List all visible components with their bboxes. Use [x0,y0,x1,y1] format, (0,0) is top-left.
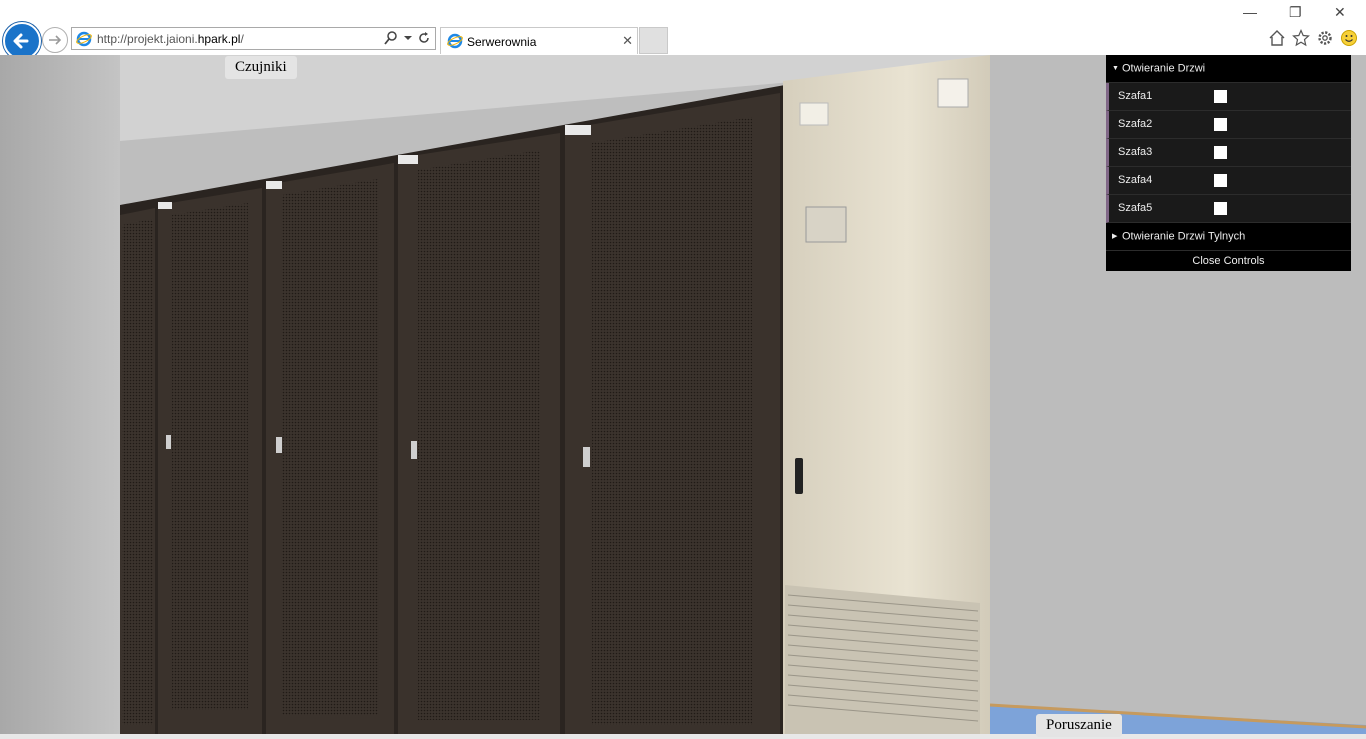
cabinet-row[interactable]: Szafa4 [1106,167,1351,195]
search-icon[interactable] [384,30,398,46]
cabinet-label: Szafa2 [1118,118,1153,130]
tab-serwerownia[interactable]: Serwerownia ✕ [440,27,638,54]
scene-bottom-bar [0,734,1366,739]
browser-chrome: http://projekt.jaioni.hpark.pl/ Serwerow… [0,0,1366,60]
back-arrow-icon [13,33,29,49]
folder-door-opening[interactable]: ▼ Otwieranie Drzwi [1106,55,1351,83]
cabinet-label: Szafa4 [1118,174,1153,186]
dropdown-icon[interactable] [403,30,413,46]
cabinet-checkbox[interactable] [1214,146,1227,159]
cabinet-checkbox[interactable] [1214,202,1227,215]
move-button[interactable]: Poruszanie [1036,714,1122,737]
address-tools [384,30,431,51]
forward-button[interactable] [42,27,68,53]
close-controls-button[interactable]: Close Controls [1106,251,1351,271]
cabinet-row[interactable]: Szafa3 [1106,139,1351,167]
smiley-feedback-icon[interactable] [1340,29,1358,47]
minimize-icon[interactable]: — [1243,4,1257,20]
cabinet-row[interactable]: Szafa1 [1106,83,1351,111]
refresh-icon[interactable] [417,30,431,46]
cabinet-checkbox[interactable] [1214,118,1227,131]
folder-closed-arrow-icon: ▶ [1112,233,1118,240]
folder-title: Otwieranie Drzwi [1122,62,1206,75]
new-tab-button[interactable] [639,27,668,54]
tab-title: Serwerownia [467,35,537,49]
cabinet-label: Szafa5 [1118,202,1153,214]
cabinet-row[interactable]: Szafa5 [1106,195,1351,223]
ie-logo-icon [76,31,92,47]
ie-logo-icon [447,33,463,49]
tab-close-icon[interactable]: ✕ [622,33,633,49]
window-close-icon[interactable]: ✕ [1334,4,1346,21]
cabinet-label: Szafa3 [1118,146,1153,158]
cabinet-row[interactable]: Szafa2 [1106,111,1351,139]
address-bar[interactable]: http://projekt.jaioni.hpark.pl/ [71,27,436,50]
restore-icon[interactable]: ❐ [1289,4,1302,21]
cabinet-checkbox[interactable] [1214,174,1227,187]
cabinet-label: Szafa1 [1118,90,1153,102]
sensors-button[interactable]: Czujniki [225,56,297,79]
home-icon[interactable] [1268,29,1286,47]
controls-panel: ▼ Otwieranie Drzwi Szafa1 Szafa2 Szafa3 S… [1106,55,1351,271]
cabinet-checkbox[interactable] [1214,90,1227,103]
settings-gear-icon[interactable] [1316,29,1334,47]
forward-arrow-icon [49,35,62,45]
folder-back-door-opening[interactable]: ▶ Otwieranie Drzwi Tylnych [1106,223,1351,251]
url-text: http://projekt.jaioni.hpark.pl/ [97,32,244,46]
folder-title: Otwieranie Drzwi Tylnych [1122,230,1246,243]
folder-open-arrow-icon: ▼ [1112,65,1119,72]
favorites-star-icon[interactable] [1292,29,1310,47]
